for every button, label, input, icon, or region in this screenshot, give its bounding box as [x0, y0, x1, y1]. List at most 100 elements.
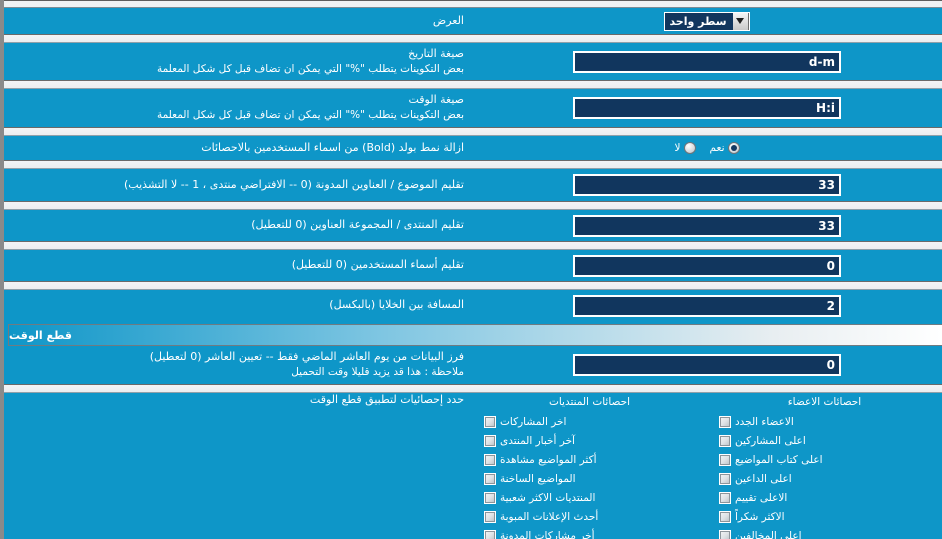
checkbox-row-top-violators[interactable]: اعلى المخالفين — [707, 526, 942, 539]
timecut-input-cell — [472, 354, 942, 376]
date-format-input[interactable] — [573, 50, 841, 73]
checkbox-latest-forum-news[interactable] — [484, 434, 496, 447]
checkbox-row-most-viewed-topics[interactable]: أكثر المواضيع مشاهدة — [472, 450, 707, 469]
checkbox-most-thanked[interactable] — [719, 510, 731, 523]
radio-yes-icon[interactable] — [727, 142, 740, 154]
display-select-cell: سطر واحد — [472, 11, 942, 31]
checkbox-label-latest-forum-news: آخر أخبار المنتدى — [500, 434, 575, 447]
row-cell-spacing: المسافة بين الخلايا (بالبكسل) — [4, 290, 942, 321]
trim-username-label: تقليم أسماء المستخدمين (0 للتعطيل) — [291, 258, 464, 272]
checkbox-top-thread-starters[interactable] — [719, 453, 731, 466]
checkbox-label-top-thread-starters: اعلى كتاب المواضيع — [735, 453, 823, 466]
checkbox-row-latest-forum-news[interactable]: آخر أخبار المنتدى — [472, 431, 707, 450]
separator-6 — [4, 241, 942, 250]
checkbox-row-hot-topics[interactable]: المواضيع الساخنة — [472, 469, 707, 488]
trim-topic-label-cell: تقليم الموضوع / العناوين المدونة (0 -- ا… — [4, 178, 472, 193]
checkbox-top-rated[interactable] — [719, 491, 731, 504]
chevron-down-icon[interactable] — [732, 12, 749, 30]
time-format-hint: بعض التكوينات يتطلب "%" التي يمكن ان تضا… — [156, 109, 464, 122]
cell-spacing-label-cell: المسافة بين الخلايا (بالبكسل) — [4, 298, 472, 313]
row-display: سطر واحد العرض — [4, 8, 942, 34]
checkbox-label-popular-forums: المنتديات الاكثر شعبية — [500, 491, 596, 504]
row-date-format: صيغة التاريخ بعض التكوينات يتطلب "%" الت… — [4, 43, 942, 80]
checkbox-label-top-referrers: اعلى الداعين — [735, 472, 792, 485]
display-select[interactable]: سطر واحد — [664, 11, 750, 31]
time-format-input[interactable] — [573, 97, 841, 119]
separator-8 — [4, 384, 942, 393]
stats-column-members-header: احصائات الاعضاء — [787, 396, 862, 408]
date-format-hint: بعض التكوينات يتطلب "%" التي يمكن ان تضا… — [156, 62, 464, 75]
date-format-label-cell: صيغة التاريخ بعض التكوينات يتطلب "%" الت… — [4, 47, 472, 76]
separator-7 — [4, 281, 942, 290]
checkbox-popular-forums[interactable] — [484, 491, 496, 504]
trim-username-input[interactable] — [573, 254, 841, 277]
checkbox-top-referrers[interactable] — [719, 472, 731, 485]
checkbox-row-top-thread-starters[interactable]: اعلى كتاب المواضيع — [707, 450, 942, 469]
checkbox-row-top-posters[interactable]: اعلى المشاركين — [707, 431, 942, 450]
timecut-input[interactable] — [573, 354, 841, 376]
checkbox-row-top-referrers[interactable]: اعلى الداعين — [707, 469, 942, 488]
checkbox-latest-blog-posts[interactable] — [484, 529, 496, 539]
stats-column-members: احصائات الاعضاء الاعضاء الجدد اعلى المشا… — [707, 393, 942, 539]
stats-column-forums-header: احصائات المنتديات — [548, 396, 631, 408]
checkbox-row-latest-posts[interactable]: اخر المشاركات — [472, 412, 707, 431]
cell-spacing-input-cell — [472, 294, 942, 317]
separator-4 — [4, 160, 942, 169]
trim-topic-input[interactable] — [573, 174, 841, 196]
checkbox-row-new-members[interactable]: الاعضاء الجدد — [707, 412, 942, 431]
checkbox-label-most-thanked: الاكثر شكراً — [735, 510, 785, 523]
remove-bold-label: ازالة نمط بولد (Bold) من اسماء المستخدمي… — [201, 140, 464, 154]
time-format-label-cell: صيغة الوقت بعض التكوينات يتطلب "%" التي … — [4, 93, 472, 122]
checkbox-label-hot-topics: المواضيع الساخنة — [500, 472, 576, 485]
checkbox-new-members[interactable] — [719, 415, 731, 428]
remove-bold-option-yes[interactable]: نعم — [710, 142, 740, 154]
stats-column-forums: احصائات المنتديات اخر المشاركات آخر أخبا… — [472, 393, 707, 539]
trim-forum-label-cell: تقليم المنتدى / المجموعة العناوين (0 للت… — [4, 218, 472, 233]
checkbox-most-viewed-topics[interactable] — [484, 453, 496, 466]
checkbox-label-top-rated: الاعلى تقييم — [735, 491, 788, 504]
radio-no-icon[interactable] — [683, 142, 696, 154]
checkbox-label-latest-blog-posts: أخر مشاركات المدونة — [500, 529, 595, 539]
date-format-input-cell — [472, 50, 942, 73]
checkbox-label-top-violators: اعلى المخالفين — [735, 529, 802, 539]
checkbox-row-popular-forums[interactable]: المنتديات الاكثر شعبية — [472, 488, 707, 507]
checkbox-row-top-rated[interactable]: الاعلى تقييم — [707, 488, 942, 507]
separator-3 — [4, 127, 942, 136]
display-select-value: سطر واحد — [669, 14, 727, 28]
time-format-input-cell — [472, 97, 942, 119]
checkbox-row-latest-blog-posts[interactable]: أخر مشاركات المدونة — [472, 526, 707, 539]
timecut-label-cell: فرز البيانات من يوم العاشر الماضي فقط --… — [4, 350, 472, 379]
remove-bold-options-cell: نعم لا — [472, 142, 942, 154]
checkbox-row-most-thanked[interactable]: الاكثر شكراً — [707, 507, 942, 526]
radio-no-label: لا — [674, 142, 681, 154]
checkbox-top-violators[interactable] — [719, 529, 731, 539]
checkbox-hot-topics[interactable] — [484, 472, 496, 485]
checkbox-latest-posts[interactable] — [484, 415, 496, 428]
checkbox-label-latest-posts: اخر المشاركات — [500, 415, 567, 428]
timecut-label: فرز البيانات من يوم العاشر الماضي فقط --… — [149, 350, 464, 364]
trim-forum-label: تقليم المنتدى / المجموعة العناوين (0 للت… — [251, 218, 464, 232]
trim-username-input-cell — [472, 254, 942, 277]
checkbox-latest-classifieds[interactable] — [484, 510, 496, 523]
stats-select-label: حدد إحصائيات لتطبيق قطع الوقت — [309, 393, 464, 406]
remove-bold-option-no[interactable]: لا — [675, 142, 696, 154]
checkbox-row-latest-classifieds[interactable]: أحدث الإعلانات المبوبة — [472, 507, 707, 526]
checkbox-top-posters[interactable] — [719, 434, 731, 447]
trim-forum-input[interactable] — [573, 214, 841, 237]
checkbox-label-top-posters: اعلى المشاركين — [735, 434, 806, 447]
checkbox-label-new-members: الاعضاء الجدد — [735, 415, 794, 428]
cell-spacing-input[interactable] — [573, 294, 841, 317]
row-trim-username: تقليم أسماء المستخدمين (0 للتعطيل) — [4, 250, 942, 281]
separator-5 — [4, 201, 942, 210]
timecut-hint: ملاحظة : هذا قد يزيد قليلا وقت التحميل — [291, 366, 464, 379]
trim-topic-input-cell — [472, 174, 942, 196]
separator-1 — [4, 34, 942, 43]
row-timecut: فرز البيانات من يوم العاشر الماضي فقط --… — [4, 346, 942, 384]
checkbox-label-latest-classifieds: أحدث الإعلانات المبوبة — [500, 510, 599, 523]
trim-topic-label: تقليم الموضوع / العناوين المدونة (0 -- ا… — [124, 177, 464, 191]
radio-yes-label: نعم — [709, 142, 725, 154]
trim-username-label-cell: تقليم أسماء المستخدمين (0 للتعطيل) — [4, 258, 472, 273]
date-format-label: صيغة التاريخ — [408, 46, 464, 60]
separator-top — [4, 0, 942, 8]
settings-page: سطر واحد العرض صيغة التاريخ بعض التكوينا… — [0, 0, 942, 539]
